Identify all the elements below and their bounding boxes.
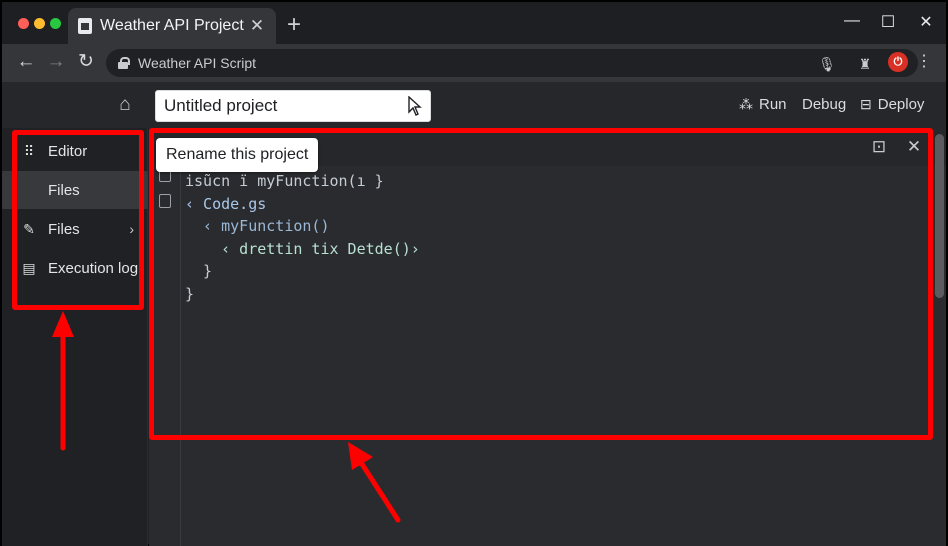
annotation-arrows — [52, 311, 401, 523]
browser-window: Weather API Project ✕ + — ☐ ✕ ← → ↻ Weat… — [0, 0, 948, 546]
up-arrow-icon — [52, 311, 74, 451]
diagonal-arrow-icon — [348, 442, 401, 523]
